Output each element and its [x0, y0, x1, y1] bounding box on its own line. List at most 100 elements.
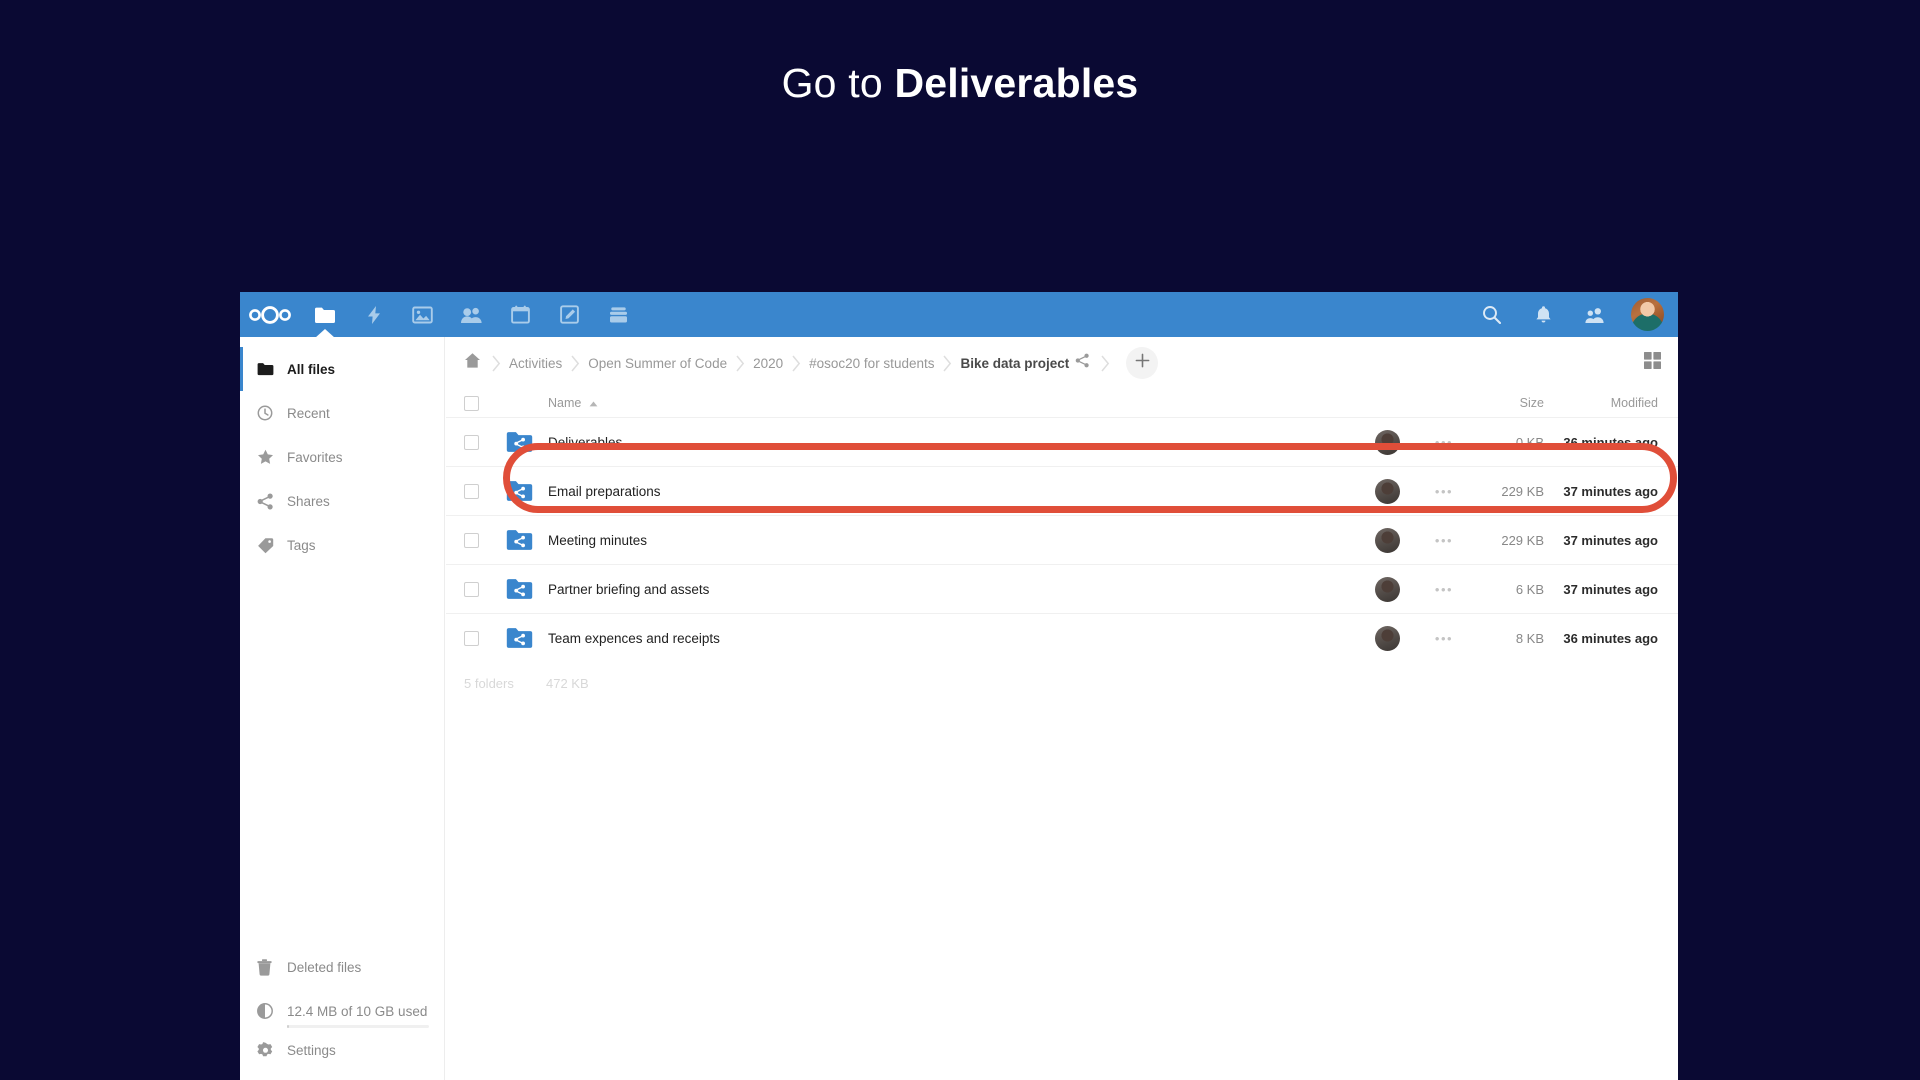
nextcloud-app-window: All files Recent Favorites Shares Tags D… — [240, 292, 1678, 1080]
row-owner-avatar[interactable] — [1356, 478, 1418, 504]
column-header-modified[interactable]: Modified — [1544, 396, 1662, 410]
sort-ascending-icon — [589, 396, 598, 410]
controls-bar: Activities Open Summer of Code 2020 #oso… — [446, 337, 1678, 389]
breadcrumb-home[interactable] — [464, 352, 485, 374]
ellipsis-icon: ••• — [1434, 532, 1454, 548]
row-size: 229 KB — [1501, 532, 1544, 548]
sidebar-item-shares[interactable]: Shares — [240, 479, 444, 523]
sidebar-item-deleted-files[interactable]: Deleted files — [240, 945, 445, 989]
row-checkbox[interactable] — [464, 483, 506, 499]
file-name-label: Email preparations — [548, 483, 661, 499]
app-header — [240, 292, 1678, 337]
notifications-button[interactable] — [1517, 292, 1569, 337]
slide-title-plain: Go to — [781, 60, 895, 106]
breadcrumb-item-bike-data-project[interactable]: Bike data project — [958, 356, 1071, 371]
notes-edit-icon — [560, 305, 579, 324]
file-name-label: Partner briefing and assets — [548, 581, 710, 597]
deck-icon — [609, 306, 628, 324]
checkbox-box — [464, 581, 479, 597]
sidebar-nav-list: All files Recent Favorites Shares Tags — [240, 337, 444, 567]
file-name-label: Team expences and receipts — [548, 630, 720, 646]
breadcrumb-item-open-summer-of-code[interactable]: Open Summer of Code — [586, 356, 729, 371]
header-item-notes[interactable] — [545, 292, 594, 337]
header-item-photos[interactable] — [398, 292, 447, 337]
nextcloud-logo[interactable] — [240, 305, 300, 325]
breadcrumb: Activities Open Summer of Code 2020 #oso… — [464, 347, 1159, 379]
contacts-menu-button[interactable] — [1569, 292, 1621, 337]
row-size: 229 KB — [1501, 483, 1544, 499]
row-actions-button[interactable]: ••• — [1418, 533, 1470, 548]
column-header-size[interactable]: Size — [1470, 396, 1544, 410]
sidebar-item-label: Favorites — [287, 449, 343, 465]
breadcrumb-item-2020[interactable]: 2020 — [751, 356, 785, 371]
table-row[interactable]: Team expences and receipts ••• 8 KB 36 m… — [446, 613, 1678, 662]
new-item-button[interactable] — [1126, 347, 1159, 379]
shared-folder-icon — [506, 480, 533, 502]
sidebar-item-recent[interactable]: Recent — [240, 391, 444, 435]
grid-view-icon — [1643, 351, 1662, 375]
header-item-deck[interactable] — [594, 292, 643, 337]
row-name-cell[interactable]: Meeting minutes — [506, 529, 1356, 551]
header-item-contacts[interactable] — [447, 292, 496, 337]
search-button[interactable] — [1465, 292, 1517, 337]
table-row[interactable]: Meeting minutes ••• 229 KB 37 minutes ag… — [446, 515, 1678, 564]
row-name-cell[interactable]: Email preparations — [506, 480, 1356, 502]
row-name-cell[interactable]: Partner briefing and assets — [506, 578, 1356, 600]
breadcrumb-item-osoc20-for-students[interactable]: #osoc20 for students — [807, 356, 936, 371]
search-icon — [1482, 305, 1501, 324]
row-checkbox[interactable] — [464, 434, 506, 450]
row-modified: 36 minutes ago — [1563, 630, 1658, 646]
chevron-right-icon — [785, 350, 807, 376]
header-item-files[interactable] — [300, 292, 349, 337]
sidebar-item-tags[interactable]: Tags — [240, 523, 444, 567]
row-owner-avatar[interactable] — [1356, 429, 1418, 455]
footer-folder-count: 5 folders — [464, 675, 514, 691]
row-size: 0 KB — [1515, 434, 1544, 450]
breadcrumb-share-button[interactable] — [1071, 353, 1094, 373]
sidebar: All files Recent Favorites Shares Tags D… — [240, 337, 445, 1080]
header-item-calendar[interactable] — [496, 292, 545, 337]
chevron-right-icon — [564, 350, 586, 376]
header-item-activity[interactable] — [349, 292, 398, 337]
row-size: 8 KB — [1515, 630, 1544, 646]
shared-folder-icon — [506, 578, 533, 600]
folder-icon — [314, 306, 336, 324]
select-all-checkbox[interactable] — [464, 395, 506, 411]
row-name-cell[interactable]: Team expences and receipts — [506, 627, 1356, 649]
row-owner-avatar[interactable] — [1356, 527, 1418, 553]
grid-view-toggle[interactable] — [1640, 351, 1664, 375]
table-row[interactable]: Deliverables ••• 0 KB 36 minutes ago — [446, 417, 1678, 466]
checkbox-box — [464, 395, 479, 411]
contacts-icon — [460, 306, 483, 324]
column-header-name[interactable]: Name — [506, 396, 1356, 410]
column-header-name-label: Name — [548, 396, 582, 410]
clock-icon — [257, 405, 287, 421]
row-checkbox[interactable] — [464, 630, 506, 646]
row-checkbox[interactable] — [464, 581, 506, 597]
row-actions-button[interactable]: ••• — [1418, 631, 1470, 646]
table-row[interactable]: Partner briefing and assets ••• 6 KB 37 … — [446, 564, 1678, 613]
file-table-footer: 5 folders 472 KB — [446, 662, 1678, 704]
calendar-icon — [511, 305, 530, 324]
sidebar-bottom: Deleted files 12.4 MB of 10 GB used Sett… — [240, 945, 445, 1080]
breadcrumb-item-activities[interactable]: Activities — [507, 356, 564, 371]
checkbox-box — [464, 532, 479, 548]
header-right-tools — [1465, 292, 1678, 337]
user-avatar[interactable] — [1631, 298, 1664, 331]
row-name-cell[interactable]: Deliverables — [506, 431, 1356, 453]
row-owner-avatar[interactable] — [1356, 576, 1418, 602]
row-actions-button[interactable]: ••• — [1418, 484, 1470, 499]
footer-total-size: 472 KB — [546, 675, 589, 691]
row-owner-avatar[interactable] — [1356, 625, 1418, 651]
sidebar-item-all-files[interactable]: All files — [240, 347, 444, 391]
gear-icon — [257, 1041, 287, 1059]
row-checkbox[interactable] — [464, 532, 506, 548]
sidebar-item-settings[interactable]: Settings — [240, 1028, 445, 1072]
row-size: 6 KB — [1515, 581, 1544, 597]
quota-pie-icon — [257, 1003, 287, 1019]
row-actions-button[interactable]: ••• — [1418, 582, 1470, 597]
table-row[interactable]: Email preparations ••• 229 KB 37 minutes… — [446, 466, 1678, 515]
row-actions-button[interactable]: ••• — [1418, 435, 1470, 450]
sidebar-item-favorites[interactable]: Favorites — [240, 435, 444, 479]
share-icon — [257, 493, 287, 510]
